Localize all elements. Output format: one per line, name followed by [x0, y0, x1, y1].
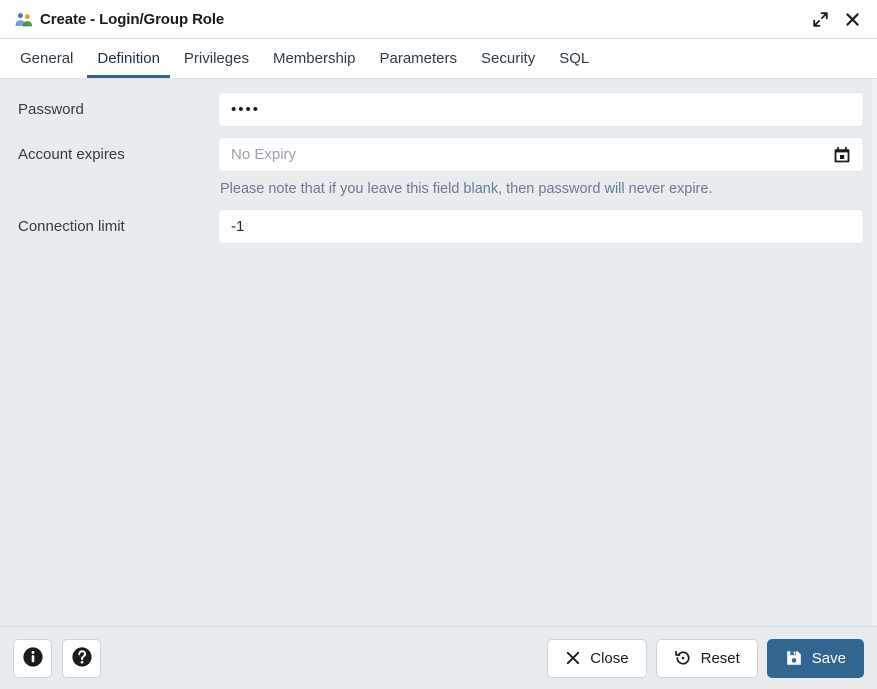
- maximize-icon[interactable]: [807, 6, 833, 32]
- connection-limit-row: Connection limit -1: [13, 208, 864, 244]
- reset-button-label: Reset: [700, 649, 740, 667]
- footer-left-group: [13, 638, 101, 678]
- dialog-footer: Close Reset Save: [0, 626, 877, 689]
- footer-right-group: Close Reset Save: [547, 638, 864, 678]
- vertical-scrollbar[interactable]: [870, 79, 877, 626]
- password-label: Password: [18, 101, 84, 118]
- help-icon: [70, 645, 94, 672]
- calendar-icon[interactable]: [828, 137, 856, 172]
- close-x-icon: [565, 650, 581, 666]
- account-expires-helper-text: Please note that if you leave this field…: [220, 181, 713, 197]
- help-button[interactable]: [62, 638, 101, 678]
- password-masked-value: ••••: [231, 101, 261, 118]
- group-role-icon: [14, 9, 34, 29]
- account-expires-placeholder: No Expiry: [231, 146, 297, 163]
- tab-definition[interactable]: Definition: [85, 39, 172, 78]
- create-login-group-role-dialog: Create - Login/Group Role General Defini…: [0, 0, 877, 689]
- password-input[interactable]: ••••: [218, 92, 864, 127]
- tab-membership[interactable]: Membership: [261, 39, 368, 78]
- account-expires-input[interactable]: No Expiry: [218, 137, 864, 172]
- dialog-titlebar: Create - Login/Group Role: [0, 0, 877, 39]
- info-button[interactable]: [13, 638, 52, 678]
- dialog-title: Create - Login/Group Role: [40, 10, 225, 28]
- tab-general[interactable]: General: [8, 39, 85, 78]
- info-icon: [21, 645, 45, 672]
- tab-parameters[interactable]: Parameters: [367, 39, 469, 78]
- password-field-wrap: ••••: [218, 92, 864, 127]
- close-icon[interactable]: [839, 6, 865, 32]
- connection-limit-input[interactable]: -1: [218, 208, 864, 244]
- connection-limit-field-wrap: -1: [218, 208, 864, 244]
- connection-limit-label: Connection limit: [18, 217, 125, 235]
- account-expires-field-wrap: No Expiry Please note that if you leave …: [218, 137, 864, 199]
- save-button-label: Save: [811, 649, 846, 667]
- account-expires-row: Account expires No Expiry Please note th…: [13, 137, 864, 199]
- account-expires-label: Account expires: [18, 146, 125, 163]
- reset-icon: [674, 649, 692, 667]
- tab-privileges[interactable]: Privileges: [172, 39, 261, 78]
- close-button-label: Close: [590, 649, 629, 667]
- close-button[interactable]: Close: [547, 638, 647, 678]
- reset-button[interactable]: Reset: [655, 638, 758, 678]
- tab-sql[interactable]: SQL: [547, 39, 601, 78]
- save-floppy-icon: [785, 649, 803, 667]
- dialog-tabbar: General Definition Privileges Membership…: [0, 39, 877, 79]
- tab-security[interactable]: Security: [469, 39, 547, 78]
- definition-tab-panel: Password •••• Account expires No Expiry: [0, 79, 877, 626]
- save-button[interactable]: Save: [766, 638, 864, 678]
- password-row: Password ••••: [13, 92, 864, 127]
